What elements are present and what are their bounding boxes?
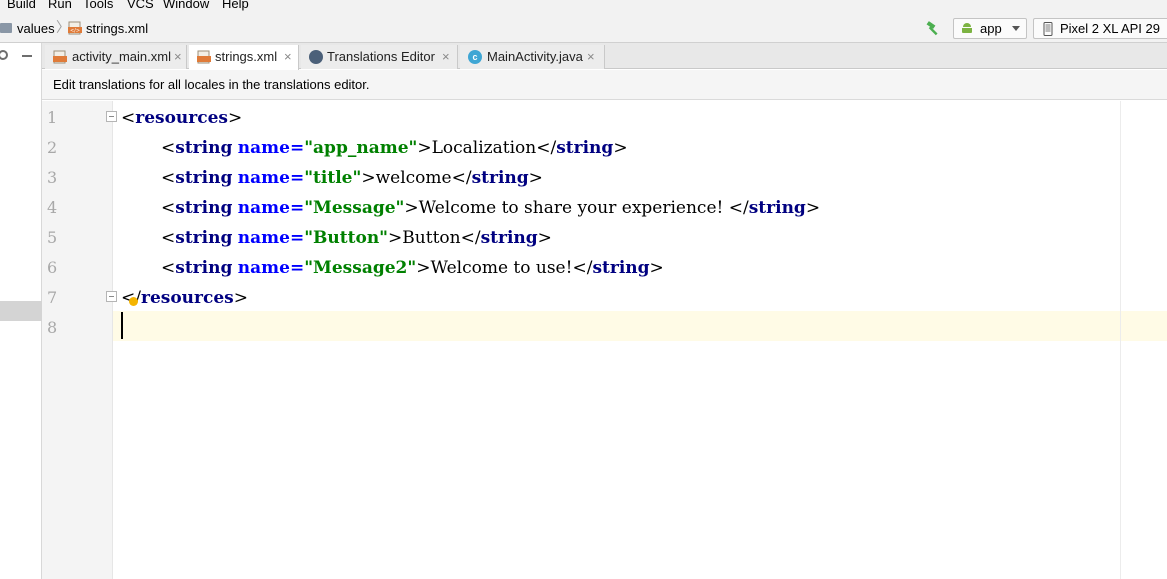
menu-window[interactable]: Window bbox=[163, 0, 209, 12]
code-line: <string name="Button">Button</string> bbox=[161, 228, 552, 248]
hammer-icon[interactable] bbox=[925, 20, 941, 36]
project-panel-strip bbox=[0, 43, 42, 579]
close-icon[interactable]: × bbox=[174, 45, 182, 69]
menu-build[interactable]: Build bbox=[7, 0, 36, 12]
tab-strings-xml[interactable]: strings.xml × bbox=[189, 45, 299, 70]
breadcrumb-strings-xml[interactable]: </> strings.xml bbox=[68, 14, 158, 43]
breadcrumb-values-label: values bbox=[17, 21, 55, 36]
code-line: <string name="Message">Welcome to share … bbox=[161, 198, 821, 218]
run-config-dropdown[interactable]: app bbox=[953, 18, 1027, 39]
line-number: 1 bbox=[47, 108, 58, 127]
gear-icon[interactable] bbox=[0, 50, 8, 60]
run-config-label: app bbox=[980, 21, 1002, 36]
xml-file-icon: </> bbox=[68, 21, 82, 35]
close-icon[interactable]: × bbox=[284, 45, 292, 69]
tab-translations-editor[interactable]: Translations Editor × bbox=[301, 45, 458, 69]
tab-label: activity_main.xml bbox=[72, 49, 171, 64]
right-margin-guide bbox=[1120, 101, 1121, 579]
close-icon[interactable]: × bbox=[442, 45, 450, 69]
line-number: 6 bbox=[47, 258, 58, 277]
menu-vcs[interactable]: VCS bbox=[127, 0, 154, 12]
breadcrumb-values[interactable]: values bbox=[0, 14, 56, 43]
android-icon bbox=[962, 23, 972, 33]
code-line: </resources> bbox=[121, 288, 248, 308]
folder-icon bbox=[0, 23, 12, 33]
phone-icon bbox=[1043, 22, 1053, 36]
code-editor[interactable]: 1 2 3 4 5 6 7 8 <resources> <string name… bbox=[42, 101, 1167, 579]
line-number: 2 bbox=[47, 138, 58, 157]
menu-run[interactable]: Run bbox=[48, 0, 72, 12]
menu-bar: Build Run Tools VCS Window Help bbox=[0, 0, 1167, 14]
tab-activity-main-xml[interactable]: activity_main.xml × bbox=[45, 45, 187, 69]
fold-marker[interactable] bbox=[106, 291, 117, 302]
translations-notice-text[interactable]: Edit translations for all locales in the… bbox=[53, 70, 370, 100]
globe-icon bbox=[309, 50, 323, 64]
svg-text:</>: </> bbox=[70, 28, 80, 34]
code-line: <string name="title">welcome</string> bbox=[161, 168, 543, 188]
menu-help[interactable]: Help bbox=[222, 0, 249, 12]
close-icon[interactable]: × bbox=[587, 45, 595, 69]
tab-label: strings.xml bbox=[215, 49, 278, 64]
breadcrumb-strings-label: strings.xml bbox=[86, 21, 149, 36]
current-line-highlight bbox=[42, 311, 1167, 341]
minimize-icon[interactable] bbox=[22, 55, 32, 57]
editor-tab-bar: activity_main.xml × strings.xml × Transl… bbox=[42, 43, 1167, 70]
device-dropdown[interactable]: Pixel 2 XL API 29 bbox=[1033, 18, 1167, 39]
selected-tree-row[interactable] bbox=[0, 301, 42, 321]
device-label: Pixel 2 XL API 29 bbox=[1060, 21, 1160, 36]
line-number: 4 bbox=[47, 198, 58, 217]
code-line: <string name="app_name">Localization</st… bbox=[161, 138, 628, 158]
code-line: <string name="Message2">Welcome to use!<… bbox=[161, 258, 664, 278]
xml-file-icon bbox=[197, 50, 211, 64]
tab-main-activity-java[interactable]: c MainActivity.java × bbox=[460, 45, 605, 69]
line-number: 5 bbox=[47, 228, 58, 247]
tab-label: Translations Editor bbox=[327, 49, 435, 64]
line-number: 3 bbox=[47, 168, 58, 187]
tab-label: MainActivity.java bbox=[487, 49, 583, 64]
fold-marker[interactable] bbox=[106, 111, 117, 122]
bulb-icon[interactable] bbox=[129, 297, 138, 306]
line-number: 7 bbox=[47, 288, 58, 307]
menu-tools[interactable]: Tools bbox=[83, 0, 113, 12]
class-icon: c bbox=[468, 50, 482, 64]
line-number: 8 bbox=[47, 318, 58, 337]
chevron-down-icon bbox=[1012, 26, 1020, 31]
text-caret bbox=[121, 312, 123, 339]
navigation-bar: values 〉 </> strings.xml app Pixel 2 XL … bbox=[0, 14, 1167, 43]
code-line: <resources> bbox=[121, 108, 243, 128]
xml-file-icon bbox=[53, 50, 67, 64]
translations-notice-bar: Edit translations for all locales in the… bbox=[42, 70, 1167, 100]
